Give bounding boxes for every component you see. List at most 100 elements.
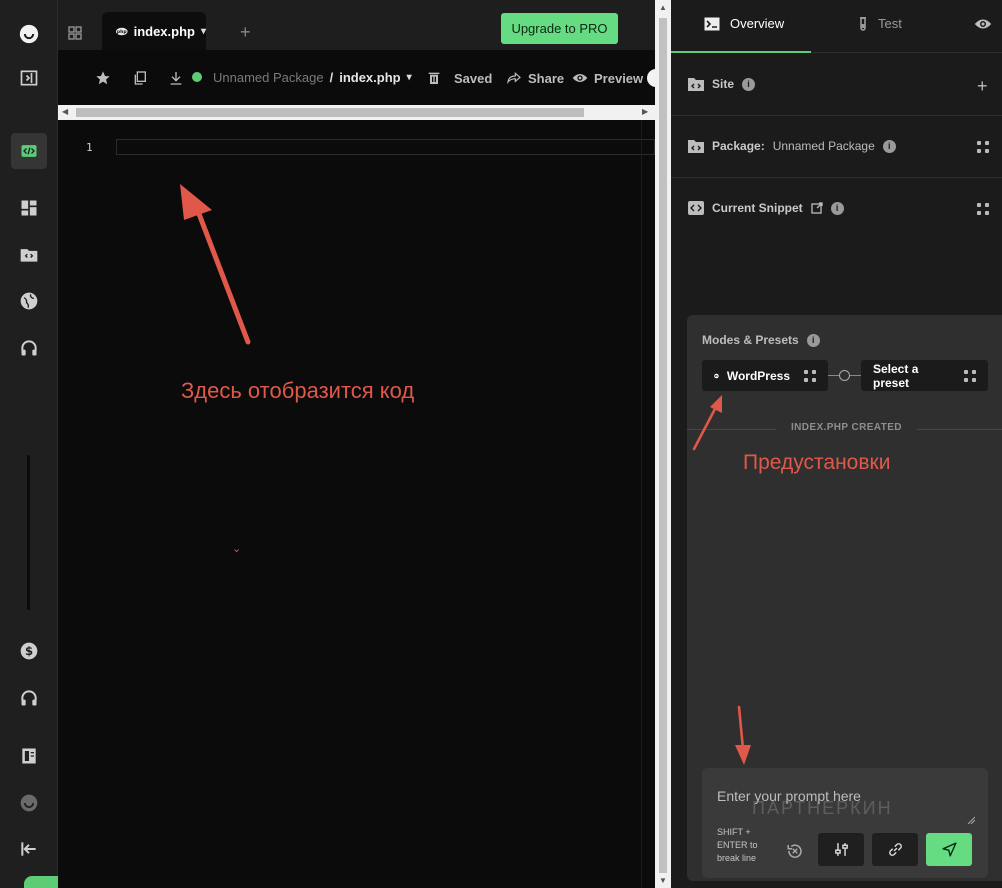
wordpress-icon: W [714, 373, 719, 378]
globe-icon[interactable] [11, 283, 47, 319]
package-name: Unnamed Package [213, 70, 324, 85]
annotation-arrow-up [180, 184, 251, 345]
tab-test-label: Test [878, 16, 902, 31]
support-icon[interactable] [11, 680, 47, 716]
drag-handle-icon[interactable] [964, 369, 976, 382]
send-button[interactable] [926, 833, 972, 866]
file-name: index.php [339, 70, 401, 85]
collapse-icon[interactable] [11, 831, 47, 867]
logo-icon[interactable] [11, 16, 47, 52]
star-icon[interactable] [95, 70, 111, 86]
terminal-icon [704, 17, 720, 30]
share-label: Share [528, 70, 565, 86]
drag-handle-icon[interactable] [804, 369, 816, 382]
chevron-down-icon[interactable]: ▾ [201, 26, 206, 37]
code-folder-icon[interactable] [11, 237, 47, 273]
dollar-icon[interactable]: $ [11, 633, 47, 669]
active-tab-indicator [671, 51, 811, 53]
php-icon: php [116, 27, 128, 35]
settings-button[interactable] [818, 833, 864, 866]
info-icon[interactable]: i [830, 201, 844, 215]
docs-icon[interactable] [11, 738, 47, 774]
package-section[interactable]: Package: Unnamed Package i [671, 116, 1002, 178]
grid-icon[interactable] [68, 26, 82, 40]
scrollbar-thumb[interactable] [659, 18, 667, 873]
download-icon[interactable] [168, 70, 184, 86]
vertical-scrollbar[interactable]: ▲ ▼ [655, 0, 671, 888]
tab-index-php[interactable]: php index.php ▾ [102, 12, 206, 50]
add-tab-icon[interactable]: + [240, 22, 251, 43]
link-icon [888, 843, 902, 856]
saved-indicator[interactable]: Saved [426, 70, 492, 86]
modes-presets-card: Modes & Presets i W WordPress Select a p… [687, 315, 1002, 881]
annotation-arrow-presets [692, 395, 722, 451]
line-break-hint: SHIFT + ENTER to break line [717, 827, 758, 863]
tab-label: index.php [133, 23, 195, 39]
upgrade-button[interactable]: Upgrade to PRO [501, 13, 618, 44]
share-button[interactable]: Share [506, 70, 564, 86]
file-tabs-bar: php index.php ▾ + Upgrade to PRO [58, 0, 655, 50]
print-margin-guide [641, 120, 642, 888]
site-section[interactable]: Site i + [671, 54, 1002, 116]
select-preset-button[interactable]: Select a preset [861, 360, 988, 391]
left-rail: $ [0, 0, 162, 888]
scroll-down-arrow-icon[interactable]: ▼ [659, 876, 667, 885]
annotation-arrow-prompt [735, 705, 751, 765]
visibility-icon[interactable] [974, 15, 992, 33]
line-number: 1 [86, 141, 93, 154]
wordpress-mode-button[interactable]: W WordPress [702, 360, 828, 391]
share-icon [507, 72, 521, 84]
annotation-code-text: Здесь отобразится код [181, 378, 415, 403]
drag-handle-icon[interactable] [977, 141, 989, 153]
toggle-panel-icon[interactable] [11, 60, 47, 96]
wordpress-label: WordPress [726, 368, 790, 383]
status-dot [192, 72, 202, 82]
scroll-up-arrow-icon[interactable]: ▲ [659, 3, 667, 12]
tab-test[interactable]: Test [858, 16, 902, 31]
package-value: Unnamed Package [772, 139, 875, 153]
link-button[interactable] [872, 833, 918, 866]
external-link-icon[interactable] [811, 202, 823, 214]
preview-label: Preview [594, 70, 644, 86]
folder-code-icon [688, 78, 704, 91]
modes-header: Modes & Presets i [702, 333, 820, 347]
account-icon[interactable] [11, 785, 47, 821]
code-editor-area: php index.php ▾ + Upgrade to PRO Unnamed… [58, 0, 659, 888]
rail-scrollbar[interactable] [27, 455, 30, 610]
prompt-box[interactable]: Enter your prompt here ПАРТНЕРКИН SHIFT … [702, 768, 988, 878]
scroll-right-arrow-icon[interactable]: ▶ [642, 107, 648, 116]
drag-handle-icon[interactable] [977, 203, 989, 215]
add-site-icon[interactable]: + [977, 76, 988, 97]
chevron-down-icon[interactable]: ▾ [407, 72, 412, 83]
info-icon[interactable]: i [882, 139, 896, 153]
svg-text:php: php [117, 29, 127, 35]
app-window: $ php index.php ▾ + Upgrade to PRO Unnam… [0, 0, 1002, 888]
dashboard-icon[interactable] [11, 190, 47, 226]
copy-icon[interactable] [132, 70, 148, 86]
preview-button[interactable]: Preview [572, 70, 643, 86]
connector-node [839, 370, 850, 381]
modes-title: Modes & Presets [702, 333, 799, 347]
editor-toolbar: Unnamed Package / index.php ▾ Saved Shar… [58, 50, 659, 105]
tab-overview[interactable]: Overview [704, 16, 784, 31]
info-icon[interactable]: i [742, 77, 756, 91]
annotation-presets-text: Предустановки [743, 451, 891, 474]
resize-handle-icon[interactable] [967, 816, 975, 824]
code-editor-icon[interactable] [11, 133, 47, 169]
current-snippet-section[interactable]: Current Snippet i [671, 178, 1002, 240]
history-icon[interactable] [786, 842, 804, 860]
breadcrumb[interactable]: Unnamed Package / index.php ▾ [213, 70, 412, 85]
folder-code-icon [688, 140, 704, 153]
scroll-left-arrow-icon[interactable]: ◀ [62, 107, 68, 116]
snippet-label: Current Snippet [712, 201, 803, 215]
created-message: INDEX.PHP CREATED [776, 422, 917, 433]
horizontal-scrollbar[interactable]: ◀ ▶ [58, 105, 655, 120]
site-label: Site [712, 77, 735, 91]
panel-tabs: Overview Test [671, 0, 1002, 53]
code-input-line[interactable] [116, 139, 655, 155]
headphones-icon[interactable] [11, 330, 47, 366]
package-label: Package: [712, 139, 765, 153]
scrollbar-thumb[interactable] [76, 108, 584, 117]
info-icon[interactable]: i [806, 333, 820, 347]
annotation-chevron-icon: ⌄ [232, 543, 242, 555]
